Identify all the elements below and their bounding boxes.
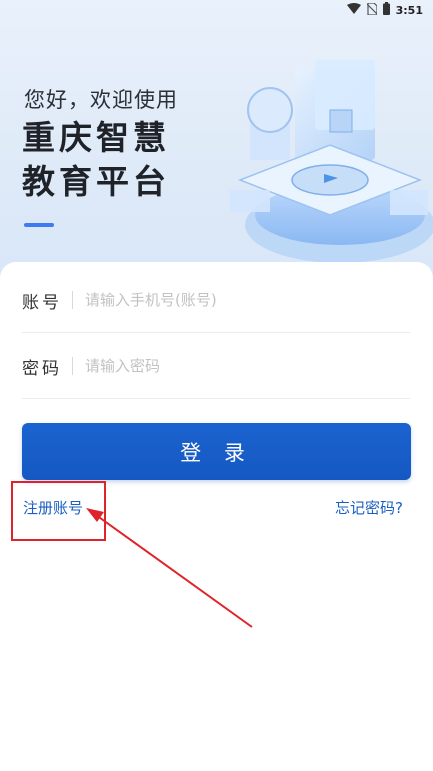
annotation-arrow-icon (86, 508, 253, 628)
